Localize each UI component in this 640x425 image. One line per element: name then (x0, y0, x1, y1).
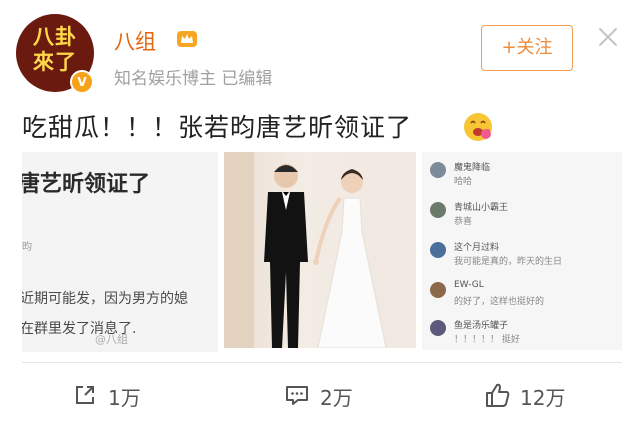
share-count: 1万 (108, 386, 141, 410)
like-icon (486, 383, 510, 407)
comment-avatar (430, 320, 446, 336)
comment-item: 青城山小霸王 恭喜 (430, 200, 620, 236)
avatar-logo-text: 八卦 來了 (22, 24, 88, 74)
comment-item: 这个月过料 我可能是真的，昨天的生日 (430, 240, 620, 276)
post-text: 吃甜瓜！！！张若昀唐艺昕领证了 (22, 113, 413, 142)
comment-button[interactable]: 2万 (284, 378, 374, 412)
comment-item: 鱼是汤乐罐子 ！！！！！ 挺好 (430, 318, 620, 350)
photo-watermark: @八组 (95, 333, 128, 346)
comment-body: 哈哈 (454, 177, 473, 187)
embedded-small-text: 昀 (22, 242, 32, 253)
comment-name: EW-GL (454, 280, 484, 290)
follow-button[interactable]: +关注 (481, 25, 573, 71)
verified-icon: V (70, 70, 94, 94)
share-icon (76, 386, 94, 404)
comment-name: 魔鬼降临 (454, 163, 491, 173)
share-button[interactable]: 1万 (72, 378, 162, 412)
user-subline: 知名娱乐博主 已编辑 (114, 69, 273, 89)
emoji-icon (464, 113, 492, 141)
comment-body: 的好了，这样也挺好的 (454, 297, 545, 307)
comment-name: 这个月过料 (454, 243, 500, 253)
comments-screenshot[interactable]: 魔鬼降临 哈哈 青城山小霸王 恭喜 这个月过料 我可能是真的，昨天的生日 EW-… (422, 152, 622, 350)
comment-name: 鱼是汤乐罐子 (454, 321, 509, 331)
couple-illustration (224, 152, 416, 348)
comment-item: EW-GL 的好了，这样也挺好的 (430, 280, 620, 316)
comment-body: 我可能是真的，昨天的生日 (454, 257, 563, 267)
comment-avatar (430, 162, 446, 178)
comment-avatar (430, 282, 446, 298)
close-icon[interactable] (597, 26, 619, 48)
embedded-line-1: 近期可能发，因为男方的媳 (22, 291, 188, 307)
username[interactable]: 八组 (114, 26, 156, 56)
comment-body: 恭喜 (454, 217, 473, 227)
comment-avatar (430, 202, 446, 218)
wedding-photo[interactable] (224, 152, 416, 348)
avatar-logo-line-1: 八卦 (33, 24, 77, 49)
comment-count: 2万 (320, 386, 353, 410)
comment-item: 魔鬼降临 哈哈 (430, 160, 620, 196)
action-bar-divider (22, 362, 622, 363)
like-count: 12万 (520, 386, 566, 410)
comment-body: ！！！！！ 挺好 (454, 335, 520, 345)
like-button[interactable]: 12万 (484, 378, 584, 412)
comment-avatar (430, 242, 446, 258)
embedded-title: 唐艺昕领证了 (22, 172, 151, 197)
crown-icon (177, 31, 197, 47)
comment-name: 青城山小霸王 (454, 203, 509, 213)
comment-icon (286, 386, 308, 405)
embedded-article-image[interactable]: 唐艺昕领证了 昀 近期可能发，因为男方的媳 在群里发了消息了. (22, 152, 218, 352)
